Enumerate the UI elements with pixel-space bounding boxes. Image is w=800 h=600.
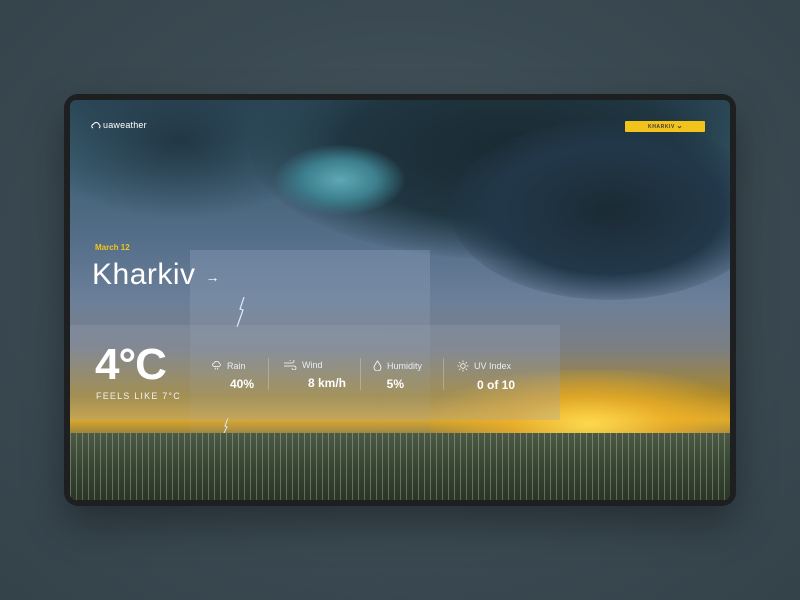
cloud-highlight xyxy=(275,145,405,215)
current-temperature: 4°C xyxy=(95,340,167,389)
chevron-down-icon xyxy=(677,125,682,128)
stat-label: Humidity xyxy=(387,360,423,371)
stat-value: 8 km/h xyxy=(307,376,346,390)
cloud-logo-icon xyxy=(91,122,101,129)
stat-divider xyxy=(360,358,361,390)
rain-cloud-icon xyxy=(212,361,221,370)
city-name: Kharkiv xyxy=(92,258,196,291)
field-stalks xyxy=(70,433,730,500)
logo-text: uaweather xyxy=(103,120,147,130)
current-date: March 12 xyxy=(95,243,130,252)
weather-screen xyxy=(70,100,730,500)
arrow-right-icon[interactable]: → xyxy=(206,269,221,285)
humidity-drop-icon xyxy=(373,360,382,371)
stat-label: Wind xyxy=(302,360,323,370)
stat-label: Rain xyxy=(227,360,246,371)
app-logo[interactable]: uaweather xyxy=(91,120,147,130)
stat-value: 40% xyxy=(229,377,254,391)
city-select-button[interactable]: KHARKIV xyxy=(625,121,705,132)
stat-humidity: Humidity 5% xyxy=(373,360,422,391)
stat-wind: Wind 8 km/h xyxy=(283,360,346,390)
sun-icon xyxy=(457,360,469,372)
stat-uv-index: UV Index 0 of 10 xyxy=(457,360,515,392)
city-select-label: KHARKIV xyxy=(648,123,675,130)
wind-icon xyxy=(284,360,297,370)
city-title[interactable]: Kharkiv → xyxy=(92,258,220,292)
stat-rain: Rain 40% xyxy=(211,360,254,391)
stat-divider xyxy=(443,358,444,390)
feels-like: FEELS LIKE 7°C xyxy=(96,391,181,401)
stat-value: 5% xyxy=(386,377,404,391)
stat-label: UV Index xyxy=(474,361,512,371)
crop-field xyxy=(70,433,730,500)
stat-value: 0 of 10 xyxy=(476,378,515,392)
stat-divider xyxy=(268,358,269,390)
